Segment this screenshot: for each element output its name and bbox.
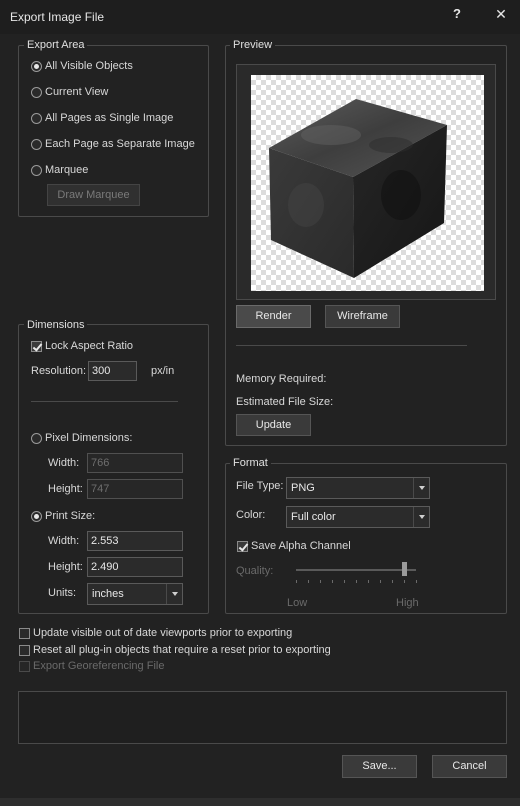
- quality-tick: [296, 580, 297, 583]
- quality-tick: [380, 580, 381, 583]
- print-width-label: Width:: [48, 535, 80, 547]
- quality-label: Quality:: [236, 565, 274, 577]
- help-button[interactable]: ?: [446, 3, 468, 25]
- label-current-view[interactable]: Current View: [45, 86, 108, 99]
- lock-aspect-ratio-label[interactable]: Lock Aspect Ratio: [45, 340, 133, 353]
- quality-tick: [308, 580, 309, 583]
- export-area-title: Export Area: [24, 39, 88, 52]
- update-button[interactable]: Update: [236, 414, 311, 436]
- render-button[interactable]: Render: [236, 305, 311, 328]
- color-value: Full color: [291, 511, 336, 523]
- memory-required-label: Memory Required:: [236, 373, 327, 385]
- print-height-input[interactable]: 2.490: [87, 557, 183, 577]
- color-label: Color:: [236, 509, 266, 521]
- radio-pixel-dimensions[interactable]: [31, 433, 42, 444]
- resolution-unit-label: px/in: [151, 365, 175, 377]
- pixel-height-label: Height:: [48, 483, 83, 495]
- window-title: Export Image File: [10, 10, 105, 24]
- update-viewports-label[interactable]: Update visible out of date viewports pri…: [33, 627, 292, 640]
- save-button[interactable]: Save...: [342, 755, 417, 778]
- pixel-dimensions-label[interactable]: Pixel Dimensions:: [45, 432, 132, 445]
- close-button[interactable]: ✕: [490, 3, 512, 25]
- estimated-file-size-label: Estimated File Size:: [236, 396, 334, 408]
- draw-marquee-button[interactable]: Draw Marquee: [47, 184, 140, 206]
- update-viewports-checkbox[interactable]: [19, 628, 30, 639]
- quality-tick: [332, 580, 333, 583]
- quality-high-label: High: [396, 597, 419, 609]
- radio-current-view[interactable]: [31, 87, 42, 98]
- cube-render-image: [269, 99, 447, 278]
- quality-tick: [392, 580, 393, 583]
- quality-tick: [368, 580, 369, 583]
- save-alpha-label[interactable]: Save Alpha Channel: [251, 540, 351, 553]
- cancel-button[interactable]: Cancel: [432, 755, 507, 778]
- print-size-label[interactable]: Print Size:: [45, 510, 95, 523]
- units-select[interactable]: inches: [87, 583, 183, 605]
- pixel-width-input[interactable]: 766: [87, 453, 183, 473]
- lock-aspect-ratio-checkbox[interactable]: [31, 341, 42, 352]
- notes-panel: [18, 691, 507, 744]
- chevron-down-icon: [413, 507, 429, 527]
- quality-tick: [356, 580, 357, 583]
- save-alpha-checkbox[interactable]: [237, 541, 248, 552]
- label-all-visible-objects[interactable]: All Visible Objects: [45, 60, 133, 73]
- dimensions-separator: [31, 401, 178, 402]
- label-all-pages-single[interactable]: All Pages as Single Image: [45, 112, 173, 125]
- label-each-page-separate[interactable]: Each Page as Separate Image: [45, 138, 195, 151]
- quality-tick: [320, 580, 321, 583]
- print-width-input[interactable]: 2.553: [87, 531, 183, 551]
- resolution-input[interactable]: 300: [88, 361, 137, 381]
- file-type-value: PNG: [291, 482, 315, 494]
- format-title: Format: [230, 457, 271, 470]
- units-select-value: inches: [92, 588, 124, 600]
- radio-all-pages-single[interactable]: [31, 113, 42, 124]
- radio-marquee[interactable]: [31, 165, 42, 176]
- quality-slider[interactable]: [296, 569, 416, 571]
- reset-plugins-label[interactable]: Reset all plug-in objects that require a…: [33, 644, 331, 657]
- quality-low-label: Low: [287, 597, 308, 609]
- file-type-label: File Type:: [236, 480, 284, 492]
- pixel-width-label: Width:: [48, 457, 80, 469]
- print-height-label: Height:: [48, 561, 83, 573]
- radio-each-page-separate[interactable]: [31, 139, 42, 150]
- radio-print-size[interactable]: [31, 511, 42, 522]
- quality-ticks: [296, 580, 417, 583]
- quality-tick: [344, 580, 345, 583]
- resolution-label: Resolution:: [31, 365, 87, 377]
- export-georef-label[interactable]: Export Georeferencing File: [33, 660, 164, 673]
- wireframe-button[interactable]: Wireframe: [325, 305, 400, 328]
- chevron-down-icon: [413, 478, 429, 498]
- export-georef-checkbox[interactable]: [19, 661, 30, 672]
- quality-tick: [404, 580, 405, 583]
- reset-plugins-checkbox[interactable]: [19, 645, 30, 656]
- quality-slider-thumb[interactable]: [402, 562, 407, 576]
- units-label: Units:: [48, 587, 77, 599]
- dimensions-title: Dimensions: [24, 319, 88, 332]
- quality-tick: [416, 580, 417, 583]
- label-marquee[interactable]: Marquee: [45, 164, 88, 177]
- file-type-select[interactable]: PNG: [286, 477, 430, 499]
- window-bottom-edge: [0, 798, 520, 806]
- pixel-height-input[interactable]: 747: [87, 479, 183, 499]
- preview-separator: [236, 345, 467, 346]
- preview-title: Preview: [230, 39, 276, 52]
- chevron-down-icon: [166, 584, 182, 604]
- color-select[interactable]: Full color: [286, 506, 430, 528]
- preview-image: [251, 75, 484, 291]
- radio-all-visible-objects[interactable]: [31, 61, 42, 72]
